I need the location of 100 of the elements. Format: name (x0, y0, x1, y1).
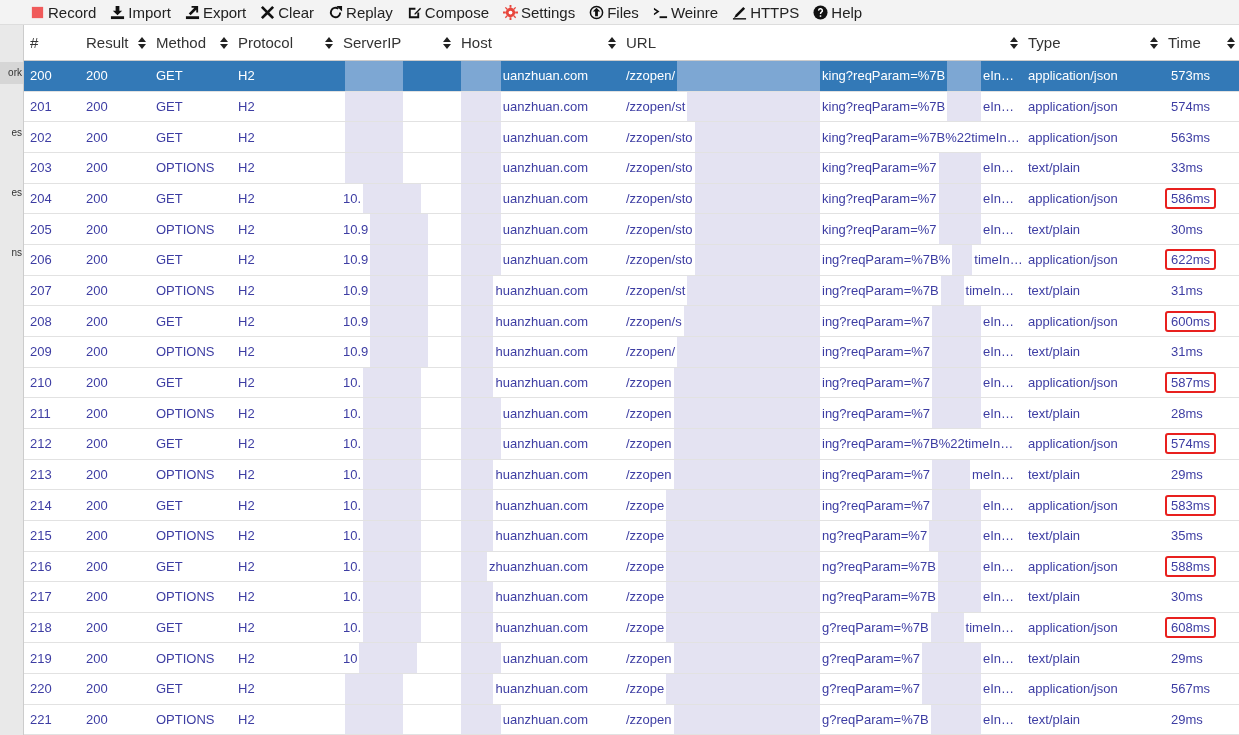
column-header[interactable]: # (30, 34, 39, 51)
header-cell[interactable]: ServerIP (337, 34, 455, 51)
table-row[interactable]: 218 200 GET H2 10. huanzhuan.com /zzope g?reqParam=%7B timeIn… application/json 608ms (24, 612, 1239, 644)
table-row[interactable]: 214 200 GET H2 10. huanzhuan.com /zzope ing?reqParam=%7 eIn… application/json 583ms (24, 490, 1239, 521)
table-cell: H2 (238, 620, 255, 636)
table-cell: GET (156, 497, 183, 513)
table-row[interactable]: 217 200 OPTIONS H2 10. huanzhuan.com /zzope ng?reqParam=%7B eIn… text/plain 30ms (24, 582, 1239, 613)
table-cell: uanzhuan.com (502, 190, 588, 206)
table-cell: text/plain (1028, 160, 1081, 176)
table-row[interactable]: 207 200 OPTIONS H2 10.9 huanzhuan.com /zzopen/st ing?reqParam=%7B timeIn… text/plain 31ms (24, 275, 1239, 307)
table-row[interactable]: 211 200 OPTIONS H2 10. uanzhuan.com /zzopen ing?reqParam=%7 eIn… text/plain 28ms (24, 398, 1239, 429)
table-cell: 201 (30, 99, 52, 114)
table-cell: application/json (1028, 497, 1118, 513)
table-row[interactable]: 204 200 GET H2 10. uanzhuan.com /zzopen/sto king?reqParam=%7 eIn… application/json 586ms (24, 183, 1239, 215)
toolbar-button[interactable]: Export (184, 3, 247, 21)
table-row[interactable]: 205 200 OPTIONS H2 10.9 uanzhuan.com /zzopen/sto king?reqParam=%7 eIn… text/plain 30ms (24, 214, 1239, 245)
table-row[interactable]: 203 200 OPTIONS H2 uanzhuan.com /zzopen/sto king?reqParam=%7 eIn… text/plain 33ms (24, 152, 1239, 184)
table-cell: 215 (30, 528, 52, 544)
table-row[interactable]: 200 200 GET H2 uanzhuan.com /zzopen/ king?reqParam=%7B eIn… application/json 573ms (24, 61, 1239, 92)
highlight-box: 586ms (1165, 187, 1217, 209)
sidebar-item[interactable]: ork (0, 62, 23, 84)
table-row[interactable]: 208 200 GET H2 10.9 huanzhuan.com /zzopen/s ing?reqParam=%7 eIn… application/json 600ms (24, 306, 1239, 337)
sidebar-item[interactable]: ns (0, 242, 23, 264)
header-cell[interactable]: Type (1022, 34, 1162, 51)
table-row[interactable]: 201 200 GET H2 uanzhuan.com /zzopen/st king?reqParam=%7B eIn… application/json 574ms (24, 91, 1239, 123)
table-cell: 208 (30, 313, 52, 329)
table-cell: 218 (30, 620, 52, 636)
sidebar-item[interactable]: es (0, 122, 23, 144)
sort-icon[interactable] (1227, 36, 1235, 49)
blur-patch (461, 183, 501, 214)
table-row[interactable]: 209 200 OPTIONS H2 10.9 huanzhuan.com /zzopen/ ing?reqParam=%7 eIn… text/plain 31ms (24, 336, 1239, 368)
table-cell: eIn… (982, 313, 1014, 329)
record-icon (30, 4, 45, 20)
column-header[interactable]: URL (626, 34, 656, 51)
toolbar-button[interactable]: Clear (260, 3, 315, 21)
blur-patch (932, 336, 981, 367)
table-cell: H2 (238, 313, 255, 329)
header-cell[interactable]: Method (150, 34, 232, 51)
table-cell: OPTIONS (156, 405, 215, 421)
toolbar-button[interactable]: Weinre (652, 3, 719, 21)
table-cell: 203 (30, 160, 52, 176)
blur-patch (345, 61, 403, 91)
column-header[interactable]: ServerIP (343, 34, 402, 51)
sort-icon[interactable] (325, 36, 333, 49)
sort-icon[interactable] (443, 36, 451, 49)
column-header[interactable]: Protocol (238, 34, 294, 51)
toolbar-button[interactable]: HTTPS (732, 3, 800, 21)
table-row[interactable]: 215 200 OPTIONS H2 10. huanzhuan.com /zzope ng?reqParam=%7 eIn… text/plain 35ms (24, 520, 1239, 552)
table-row[interactable]: 206 200 GET H2 10.9 uanzhuan.com /zzopen/sto ing?reqParam=%7B% timeIn… application/json 622ms (24, 244, 1239, 276)
toolbar-button[interactable]: Import (110, 3, 171, 21)
header-cell[interactable]: Protocol (232, 34, 337, 51)
sidebar-item[interactable]: es (0, 182, 23, 204)
table-row[interactable]: 202 200 GET H2 uanzhuan.com /zzopen/sto king?reqParam=%7B%22timeIn… application/json 563ms (24, 122, 1239, 153)
table-row[interactable]: 219 200 OPTIONS H2 10 uanzhuan.com /zzopen g?reqParam=%7 eIn… text/plain 29ms (24, 643, 1239, 675)
toolbar-button[interactable]: Record (30, 3, 97, 21)
table-cell: /zzopen/sto (626, 221, 693, 237)
table-cell-text: 574ms (1170, 98, 1212, 116)
column-header[interactable]: Result (86, 34, 129, 51)
table-cell: H2 (238, 160, 255, 176)
toolbar-button[interactable]: Replay (328, 3, 393, 21)
table-cell: /zzopen/st (626, 282, 686, 298)
table-cell: /zzope (626, 528, 665, 544)
table-cell: eIn… (982, 190, 1014, 206)
blur-patch (947, 91, 981, 122)
table-cell: timeIn… (974, 252, 1023, 268)
table-cell: OPTIONS (156, 589, 215, 605)
sort-icon[interactable] (608, 36, 616, 49)
column-header[interactable]: Type (1028, 34, 1061, 51)
toolbar-button[interactable]: Files (589, 3, 639, 21)
table-cell: king?reqParam=%7 (822, 190, 937, 206)
header-cell[interactable]: URL (620, 34, 1022, 51)
table-cell: uanzhuan.com (502, 436, 588, 452)
table-cell: uanzhuan.com (502, 650, 588, 666)
column-header[interactable]: Host (461, 34, 492, 51)
sort-icon[interactable] (220, 36, 228, 49)
table-cell: eIn… (982, 497, 1014, 513)
column-header[interactable]: Method (156, 34, 207, 51)
table-cell: application/json (1028, 374, 1118, 390)
toolbar-button[interactable]: Settings (503, 3, 576, 21)
toolbar-button[interactable]: Compose (406, 3, 489, 21)
table-row[interactable]: 210 200 GET H2 10. huanzhuan.com /zzopen ing?reqParam=%7 eIn… application/json 587ms (24, 367, 1239, 399)
header-cell[interactable]: Result (80, 34, 150, 51)
toolbar-button[interactable]: Help (813, 3, 863, 21)
sort-icon[interactable] (138, 36, 146, 49)
table-cell: H2 (238, 589, 255, 605)
table-row[interactable]: 212 200 GET H2 10. uanzhuan.com /zzopen ing?reqParam=%7B%22timeIn… application/json 574ms (24, 428, 1239, 460)
table-row[interactable]: 216 200 GET H2 10. zhuanzhuan.com /zzope ng?reqParam=%7B eIn… application/json 588ms (24, 551, 1239, 583)
header-cell[interactable]: # (24, 34, 80, 51)
table-row[interactable]: 213 200 OPTIONS H2 10. huanzhuan.com /zzopen ing?reqParam=%7 meIn… text/plain 29ms (24, 459, 1239, 491)
sort-icon[interactable] (1150, 36, 1158, 49)
table-row[interactable]: 220 200 GET H2 huanzhuan.com /zzope g?reqParam=%7 eIn… application/json 567ms (24, 674, 1239, 705)
header-cell[interactable]: Time (1162, 34, 1239, 51)
header-cell[interactable]: Host (455, 34, 620, 51)
table-cell: H2 (238, 252, 255, 268)
table-cell: g?reqParam=%7B (822, 620, 929, 636)
sort-icon[interactable] (1010, 36, 1018, 49)
table-cell: GET (156, 99, 183, 114)
pen-icon (732, 4, 748, 20)
column-header[interactable]: Time (1168, 34, 1201, 51)
table-row[interactable]: 221 200 OPTIONS H2 uanzhuan.com /zzopen g?reqParam=%7B eIn… text/plain 29ms (24, 704, 1239, 735)
